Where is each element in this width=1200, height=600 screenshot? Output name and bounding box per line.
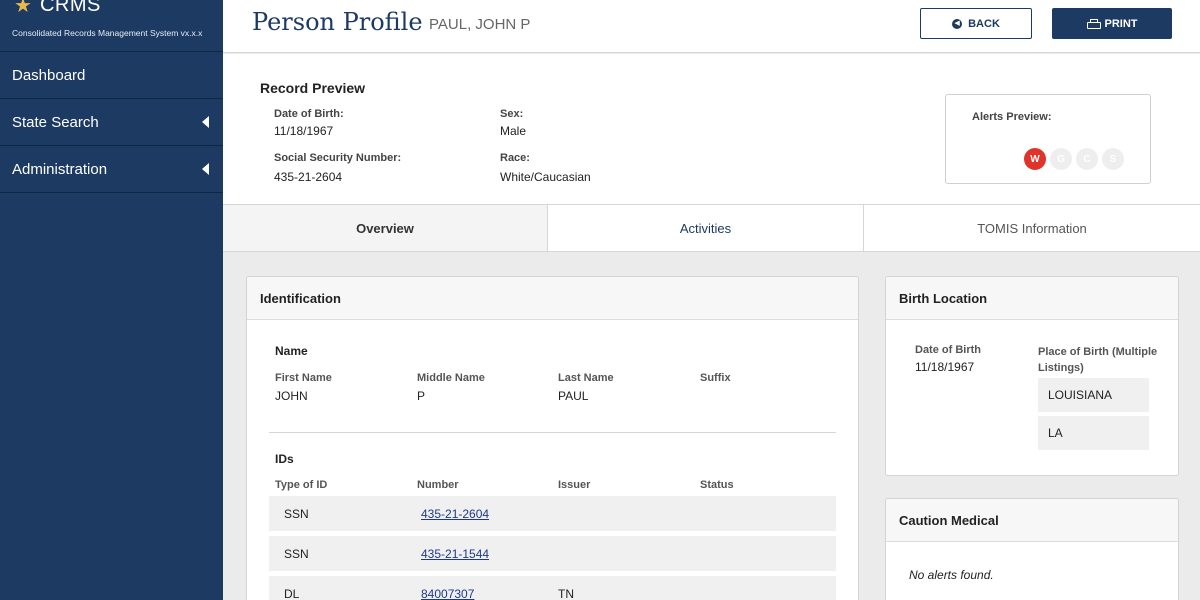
id-issuer-header: Issuer: [558, 479, 591, 491]
birth-location-title: Birth Location: [886, 277, 1178, 320]
alert-badge-w[interactable]: W: [1024, 148, 1046, 170]
last-name-label: Last Name: [558, 372, 614, 384]
caution-medical-title: Caution Medical: [886, 499, 1178, 542]
no-alerts-message: No alerts found.: [909, 568, 994, 582]
tab-overview[interactable]: Overview: [223, 205, 548, 251]
table-row: SSN 435-21-2604: [269, 496, 836, 531]
id-number-link[interactable]: 435-21-1544: [421, 547, 489, 561]
birth-location-panel: Birth Location Date of Birth 11/18/1967 …: [885, 276, 1179, 476]
sidebar-item-label: State Search: [12, 113, 99, 131]
caution-medical-panel: Caution Medical No alerts found.: [885, 498, 1179, 600]
id-issuer-cell: TN: [558, 587, 574, 600]
profile-tabs: Overview Activities TOMIS Information: [223, 204, 1200, 252]
printer-icon: [1086, 18, 1101, 29]
back-arrow-icon: ◀: [952, 18, 963, 29]
sidebar-item-label: Administration: [12, 160, 108, 178]
middle-name-value: P: [417, 389, 426, 403]
id-number-header: Number: [417, 479, 459, 491]
sidebar: ★ CRMS Consolidated Records Management S…: [0, 0, 223, 600]
alert-badge-c[interactable]: C: [1076, 148, 1098, 170]
tab-activities[interactable]: Activities: [548, 205, 864, 251]
caret-left-icon: [202, 163, 209, 175]
race-value: White/Caucasian: [500, 170, 591, 184]
back-button[interactable]: ◀ BACK: [920, 8, 1032, 39]
ssn-value: 435-21-2604: [274, 170, 343, 184]
first-name-value: JOHN: [275, 389, 308, 403]
id-type-header: Type of ID: [275, 479, 328, 491]
place-of-birth-label: Place of Birth (Multiple Listings): [1038, 346, 1158, 374]
brand-header: ★ CRMS Consolidated Records Management S…: [0, 0, 223, 52]
last-name-value: PAUL: [558, 389, 589, 403]
back-button-label: BACK: [968, 17, 1000, 30]
sidebar-item-administration[interactable]: Administration: [0, 146, 223, 193]
birth-dob-value: 11/18/1967: [915, 360, 975, 374]
sidebar-item-dashboard[interactable]: Dashboard: [0, 52, 223, 99]
table-row: DL 84007307 TN: [269, 576, 836, 600]
alerts-preview-title: Alerts Preview:: [972, 111, 1052, 123]
identification-panel: Identification Name First Name Middle Na…: [246, 276, 859, 600]
place-of-birth-item: LOUISIANA: [1038, 378, 1149, 412]
race-label: Race:: [500, 152, 530, 164]
birth-dob-label: Date of Birth: [915, 344, 981, 356]
identification-title: Identification: [247, 277, 858, 320]
brand-name: CRMS: [39, 0, 101, 16]
ssn-label: Social Security Number:: [274, 152, 402, 164]
print-button[interactable]: PRINT: [1052, 8, 1172, 39]
ids-section-title: IDs: [275, 452, 294, 466]
dob-value: 11/18/1967: [274, 124, 334, 138]
section-divider: [269, 432, 836, 433]
brand-subtitle: Consolidated Records Management System v…: [12, 28, 203, 38]
alert-badge-g[interactable]: G: [1050, 148, 1072, 170]
name-section-title: Name: [275, 344, 308, 358]
id-number-link[interactable]: 84007307: [421, 587, 474, 600]
id-status-header: Status: [700, 479, 734, 491]
print-button-label: PRINT: [1104, 17, 1138, 30]
id-number-link[interactable]: 435-21-2604: [421, 507, 489, 521]
alerts-preview: Alerts Preview: W G C S: [945, 94, 1151, 184]
sidebar-item-state-search[interactable]: State Search: [0, 99, 223, 146]
logo[interactable]: ★ CRMS: [14, 0, 101, 17]
id-type-cell: SSN: [284, 547, 309, 561]
sidebar-item-label: Dashboard: [12, 66, 86, 84]
sex-value: Male: [500, 124, 527, 138]
page-header: Person Profile PAUL, JOHN P ◀ BACK PRINT: [223, 0, 1200, 53]
caret-left-icon: [202, 116, 209, 128]
first-name-label: First Name: [275, 372, 332, 384]
suffix-label: Suffix: [700, 372, 731, 384]
record-preview: Record Preview Date of Birth: 11/18/1967…: [223, 54, 1200, 204]
alert-badge-s[interactable]: S: [1102, 148, 1124, 170]
middle-name-label: Middle Name: [417, 372, 485, 384]
dob-label: Date of Birth:: [274, 108, 344, 120]
page-title: Person Profile: [252, 8, 423, 36]
sex-label: Sex:: [500, 108, 524, 120]
place-of-birth-item: LA: [1038, 416, 1149, 450]
table-row: SSN 435-21-1544: [269, 536, 836, 571]
tab-tomis-information[interactable]: TOMIS Information: [864, 205, 1200, 251]
person-name: PAUL, JOHN P: [429, 16, 531, 33]
star-icon: ★: [14, 0, 32, 17]
id-type-cell: SSN: [284, 507, 309, 521]
id-type-cell: DL: [284, 587, 300, 600]
record-preview-title: Record Preview: [260, 80, 366, 96]
